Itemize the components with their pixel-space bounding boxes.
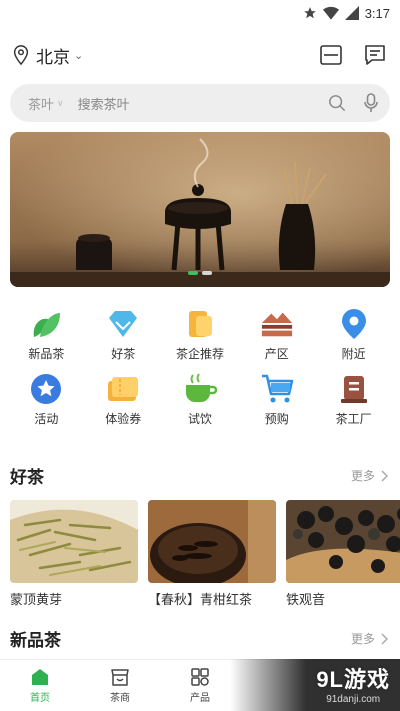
diamond-icon xyxy=(109,311,138,337)
category-company-recommend[interactable]: 茶企推荐 xyxy=(162,307,239,362)
category-label: 新品茶 xyxy=(28,347,65,361)
location-selector[interactable]: 北京 ⌄ xyxy=(12,43,83,68)
category-new-tea[interactable]: 新品茶 xyxy=(8,307,85,362)
microphone-icon[interactable] xyxy=(364,93,378,113)
tab-home[interactable]: 首页 xyxy=(0,660,80,711)
banner-carousel[interactable] xyxy=(10,132,390,287)
product-image xyxy=(10,500,138,583)
carousel-dot-active xyxy=(188,271,198,275)
product-card[interactable]: 【春秋】青柑红茶 xyxy=(148,500,276,608)
watermark-logo: 9L游戏 91danji.com xyxy=(316,662,390,705)
star-status-icon xyxy=(303,7,316,19)
tab-label: 茶商 xyxy=(110,693,130,704)
product-card[interactable]: 铁观音 xyxy=(286,500,400,608)
category-presale[interactable]: 预购 xyxy=(238,372,315,427)
more-label: 更多 xyxy=(350,469,375,483)
more-link[interactable]: 更多 xyxy=(351,467,388,484)
chevron-right-icon xyxy=(381,632,388,645)
tab-products[interactable]: 产品 xyxy=(160,660,240,711)
new-tea-header: 新品茶 更多 xyxy=(0,626,400,651)
product-image xyxy=(148,500,276,583)
product-name: 铁观音 xyxy=(286,592,326,607)
status-time: 3:17 xyxy=(364,5,390,21)
top-bar: 北京 ⌄ xyxy=(0,26,400,84)
category-label: 茶工厂 xyxy=(335,412,372,426)
coupon-icon xyxy=(108,377,139,401)
message-icon[interactable] xyxy=(364,44,386,66)
grid-icon xyxy=(191,668,209,686)
category-tasting[interactable]: 试饮 xyxy=(162,372,239,427)
cart-icon xyxy=(261,374,294,403)
product-name: 蒙顶黄芽 xyxy=(10,592,63,607)
category-label: 茶企推荐 xyxy=(175,347,224,361)
category-coupon[interactable]: 体验券 xyxy=(85,372,162,427)
section-title: 新品茶 xyxy=(10,631,61,650)
tea-cup-icon xyxy=(185,373,217,402)
tab-merchants[interactable]: 茶商 xyxy=(80,660,160,711)
status-bar: 3:17 xyxy=(0,0,400,26)
banner-image xyxy=(10,132,390,287)
good-tea-header: 好茶 更多 xyxy=(0,463,400,488)
product-image xyxy=(286,500,400,583)
star-icon xyxy=(31,374,62,404)
signal-icon xyxy=(344,6,359,20)
tab-label: 首页 xyxy=(30,693,50,704)
category-label: 附近 xyxy=(341,347,366,361)
scan-icon[interactable] xyxy=(320,45,342,65)
more-label: 更多 xyxy=(350,632,375,646)
category-label: 试饮 xyxy=(187,412,212,426)
search-bar[interactable]: 茶叶 ∨ 搜索茶叶 xyxy=(10,84,390,122)
search-input[interactable]: 搜索茶叶 xyxy=(78,94,130,113)
watermark-domain: 91danji.com xyxy=(326,694,381,705)
category-label: 预购 xyxy=(264,412,289,426)
search-category-label: 茶叶 xyxy=(28,96,55,112)
location-pin-icon xyxy=(341,309,366,339)
carousel-dot xyxy=(202,271,212,275)
category-label: 体验券 xyxy=(105,412,142,426)
category-grid: 新品茶 好茶 茶企推荐 产区 附近 活动 体验券 试饮 预购 茶工厂 xyxy=(0,287,400,427)
category-good-tea[interactable]: 好茶 xyxy=(85,307,162,362)
category-origin[interactable]: 产区 xyxy=(238,307,315,362)
leaf-icon xyxy=(34,313,61,337)
wifi-icon xyxy=(322,6,339,20)
bottom-tab-bar: 首页 茶商 产品 9L游戏 91danji.com xyxy=(0,659,400,711)
home-icon xyxy=(32,669,48,685)
product-card[interactable]: 蒙顶黄芽 xyxy=(10,500,138,608)
chevron-right-icon xyxy=(381,469,388,482)
location-pin-outline-icon xyxy=(13,45,29,65)
city-label: 北京 xyxy=(36,47,70,67)
tab-label: 产品 xyxy=(190,693,210,704)
section-title: 好茶 xyxy=(10,468,44,487)
carousel-indicator xyxy=(188,271,212,275)
store-icon xyxy=(111,669,129,686)
category-label: 好茶 xyxy=(111,347,136,361)
search-icon[interactable] xyxy=(328,94,346,112)
more-link[interactable]: 更多 xyxy=(351,630,388,647)
category-factory[interactable]: 茶工厂 xyxy=(315,372,392,427)
product-name: 【春秋】青柑红茶 xyxy=(148,592,253,607)
category-label: 活动 xyxy=(34,412,59,426)
chevron-down-icon: ⌄ xyxy=(74,49,84,62)
watermark-brand: 9L游戏 xyxy=(316,667,390,692)
category-activity[interactable]: 活动 xyxy=(8,372,85,427)
category-label: 产区 xyxy=(264,347,289,361)
category-nearby[interactable]: 附近 xyxy=(315,307,392,362)
factory-icon xyxy=(340,376,367,403)
document-icon xyxy=(188,311,212,337)
good-tea-list: 蒙顶黄芽 【春秋】青柑红茶 铁观音 xyxy=(0,500,400,608)
chevron-down-icon: ∨ xyxy=(57,97,64,108)
mountain-icon xyxy=(261,312,292,337)
search-category-dropdown[interactable]: 茶叶 ∨ xyxy=(28,94,64,113)
